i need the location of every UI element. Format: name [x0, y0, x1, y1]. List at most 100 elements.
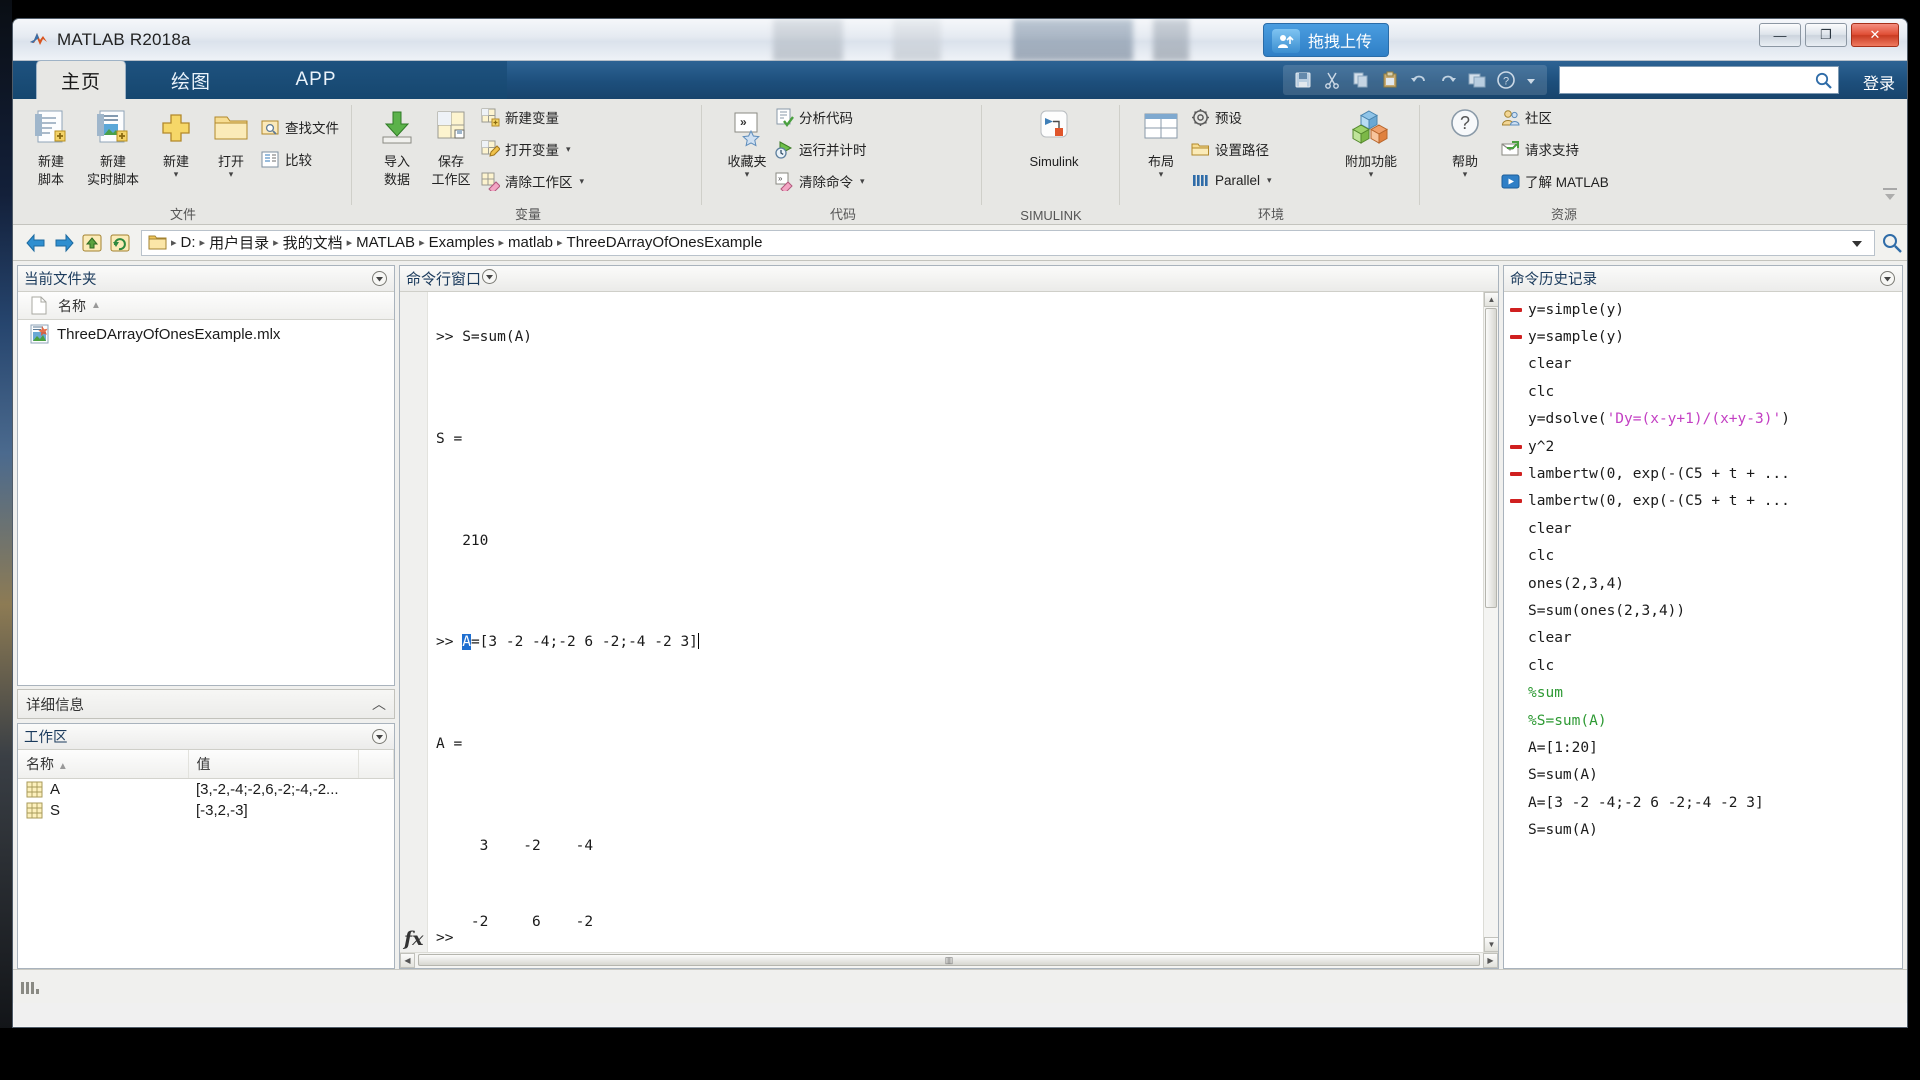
favorites-button[interactable]: » 收藏夹 ▾ — [717, 105, 777, 179]
paste-icon[interactable] — [1380, 70, 1400, 90]
fx-prompt-icon[interactable]: fx — [404, 928, 424, 950]
command-history-item[interactable]: S=sum(ones(2,3,4)) — [1504, 597, 1902, 624]
clear-commands-caret-icon[interactable]: ▾ — [860, 176, 865, 187]
cw-edit-line[interactable]: >> A=[3 -2 -4;-2 6 -2;-4 -2 3] — [436, 633, 699, 651]
command-window-output[interactable]: >> S=sum(A) S = 210 >> A=[3 -2 -4;-2 6 -… — [428, 292, 1498, 968]
save-icon[interactable] — [1293, 70, 1313, 90]
breadcrumb-item-5[interactable]: matlab — [508, 234, 553, 251]
undo-icon[interactable] — [1409, 70, 1429, 90]
run-and-time-button[interactable]: 运行并计时 — [775, 139, 867, 159]
search-documentation-input[interactable] — [1559, 66, 1839, 94]
hscroll-thumb[interactable]: ▥ — [418, 954, 1480, 966]
command-window-hscrollbar[interactable]: ◀ ▥ ▶ — [400, 952, 1498, 968]
command-history-item[interactable]: clc — [1504, 652, 1902, 679]
vscroll-thumb[interactable] — [1485, 308, 1497, 608]
layout-caret-icon[interactable]: ▾ — [1131, 169, 1191, 179]
table-row[interactable]: S [-3,2,-3] — [18, 800, 394, 821]
chevron-up-icon[interactable]: ︿ — [372, 694, 386, 714]
command-history-item[interactable]: clc — [1504, 378, 1902, 405]
clear-commands-button[interactable]: » 清除命令 ▾ — [775, 171, 865, 194]
open-caret-icon[interactable]: ▾ — [201, 169, 261, 179]
new-script-button[interactable]: 新建 脚本 — [21, 105, 81, 187]
details-panel-header[interactable]: 详细信息 ︿ — [17, 689, 395, 719]
command-history-item[interactable]: y=sample(y) — [1504, 323, 1902, 350]
scroll-down-icon[interactable]: ▼ — [1484, 937, 1498, 952]
qat-dropdown-icon[interactable] — [1525, 70, 1537, 90]
workspace-actions-icon[interactable] — [371, 728, 388, 745]
resize-grip-icon[interactable] — [21, 980, 43, 994]
import-data-button[interactable]: 导入 数据 — [367, 105, 427, 187]
command-history-item[interactable]: clear — [1504, 625, 1902, 652]
address-dropdown-icon[interactable] — [1846, 231, 1868, 255]
add-ons-button[interactable]: 附加功能 ▾ — [1333, 105, 1409, 179]
community-button[interactable]: 社区 — [1501, 107, 1552, 127]
help-button[interactable]: ? 帮助 ▾ — [1435, 105, 1495, 179]
file-list-item[interactable]: ThreeDArrayOfOnesExample.mlx — [18, 320, 394, 348]
breadcrumb[interactable]: ▸ D: ▸ 用户目录 ▸ 我的文档 ▸ MATLAB ▸ Examples ▸… — [141, 229, 1875, 256]
breadcrumb-item-2[interactable]: 我的文档 — [283, 232, 343, 253]
layout-button[interactable]: 布局 ▾ — [1131, 105, 1191, 179]
command-history-item[interactable]: y^2 — [1504, 433, 1902, 460]
collapse-ribbon-icon[interactable] — [1881, 186, 1899, 204]
parallel-caret-icon[interactable]: ▾ — [1267, 175, 1272, 186]
forward-icon[interactable] — [51, 230, 77, 256]
command-window-vscrollbar[interactable]: ▲ ▼ — [1483, 292, 1498, 952]
workspace-col-value[interactable]: 值 — [188, 750, 359, 779]
command-history-item[interactable]: S=sum(A) — [1504, 762, 1902, 789]
scroll-up-icon[interactable]: ▲ — [1484, 292, 1498, 307]
set-path-button[interactable]: 设置路径 — [1191, 139, 1269, 159]
new-live-script-button[interactable]: 新建 实时脚本 — [83, 105, 143, 187]
save-workspace-button[interactable]: 保存 工作区 — [421, 105, 481, 187]
switch-window-icon[interactable] — [1467, 70, 1487, 90]
learn-matlab-button[interactable]: 了解 MATLAB — [1501, 171, 1609, 191]
scroll-right-icon[interactable]: ▶ — [1483, 953, 1498, 968]
minimize-button[interactable]: — — [1759, 23, 1801, 47]
table-row[interactable]: A [3,-2,-4;-2,6,-2;-4,-2... — [18, 778, 394, 800]
command-history-item[interactable]: y=dsolve('Dy=(x-y+1)/(x+y-3)') — [1504, 406, 1902, 433]
search-icon[interactable] — [1814, 71, 1833, 93]
request-support-button[interactable]: 请求支持 — [1501, 139, 1579, 159]
cw-active-prompt[interactable]: >> — [436, 930, 453, 946]
command-history-item[interactable]: ones(2,3,4) — [1504, 570, 1902, 597]
maximize-button[interactable]: ❐ — [1805, 23, 1847, 47]
redo-icon[interactable] — [1438, 70, 1458, 90]
command-history-item[interactable]: y=simple(y) — [1504, 296, 1902, 323]
simulink-button[interactable]: Simulink — [1019, 105, 1089, 169]
workspace-col-name[interactable]: 名称 ▲ — [18, 750, 189, 779]
command-history-item[interactable]: clear — [1504, 515, 1902, 542]
tab-plots[interactable]: 绘图 — [143, 61, 239, 99]
command-history-item[interactable]: lambertw(0, exp(-(C5 + t + ... — [1504, 488, 1902, 515]
command-history-item[interactable]: A=[3 -2 -4;-2 6 -2;-4 -2 3] — [1504, 789, 1902, 816]
open-button[interactable]: 打开 ▾ — [201, 105, 261, 179]
preferences-button[interactable]: 预设 — [1191, 107, 1242, 127]
login-link[interactable]: 登录 — [1863, 70, 1895, 94]
workspace-col-extra[interactable] — [358, 750, 394, 779]
breadcrumb-item-1[interactable]: 用户目录 — [209, 232, 269, 253]
command-history-item[interactable]: clear — [1504, 351, 1902, 378]
breadcrumb-item-6[interactable]: ThreeDArrayOfOnesExample — [567, 234, 763, 251]
command-history-list[interactable]: y=simple(y) y=sample(y) clear clc y=dsolve('… — [1504, 292, 1902, 968]
refresh-icon[interactable] — [107, 230, 133, 256]
clear-workspace-button[interactable]: 清除工作区 ▾ — [481, 171, 585, 194]
command-window-body[interactable]: >> S=sum(A) S = 210 >> A=[3 -2 -4;-2 6 -… — [400, 292, 1498, 968]
open-variable-button[interactable]: 打开变量 ▾ — [481, 139, 571, 159]
command-history-item[interactable]: clc — [1504, 543, 1902, 570]
tab-home[interactable]: 主页 — [37, 61, 125, 99]
favorites-caret-icon[interactable]: ▾ — [717, 169, 777, 179]
close-button[interactable]: ✕ — [1851, 23, 1899, 47]
command-history-item[interactable]: %S=sum(A) — [1504, 707, 1902, 734]
back-icon[interactable] — [23, 230, 49, 256]
compare-button[interactable]: 比较 — [261, 149, 312, 169]
find-files-button[interactable]: 查找文件 — [261, 117, 339, 137]
new-button[interactable]: 新建 ▾ — [146, 105, 206, 179]
command-history-item[interactable]: %sum — [1504, 679, 1902, 706]
browse-folder-icon[interactable] — [1877, 230, 1907, 256]
parallel-button[interactable]: Parallel ▾ — [1191, 171, 1272, 190]
up-one-level-icon[interactable] — [79, 230, 105, 256]
help-circle-icon[interactable]: ? — [1496, 70, 1516, 90]
command-history-item[interactable]: lambertw(0, exp(-(C5 + t + ... — [1504, 460, 1902, 487]
open-variable-caret-icon[interactable]: ▾ — [566, 144, 571, 155]
drag-upload-button[interactable]: 拖拽上传 — [1263, 23, 1390, 57]
clear-workspace-caret-icon[interactable]: ▾ — [580, 176, 585, 187]
analyze-code-button[interactable]: 分析代码 — [775, 107, 853, 127]
